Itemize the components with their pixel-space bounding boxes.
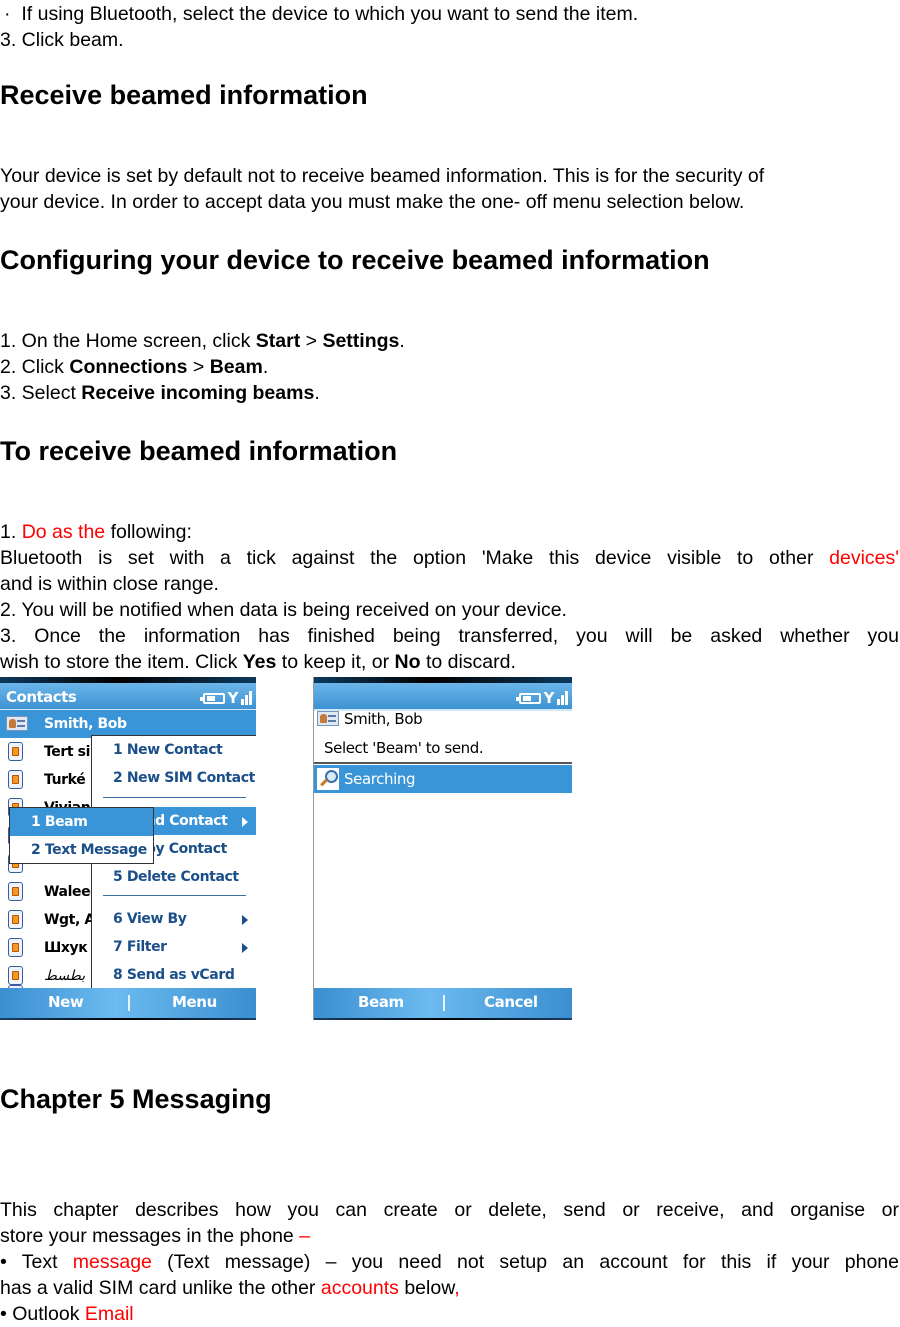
config-step-2: 2. Click Connections > Beam.: [0, 356, 269, 378]
searching-row[interactable]: Searching: [314, 765, 572, 793]
send-submenu: 1 Beam 2 Text Message: [9, 807, 154, 864]
menu-item-new-sim-contact[interactable]: 2 New SIM Contact: [92, 764, 256, 792]
bullet-line: · If using Bluetooth, select the device …: [4, 1, 638, 27]
sim-contact-icon: [8, 742, 23, 761]
battery-icon: [515, 693, 541, 704]
sim-contact-icon: [8, 882, 23, 901]
screen-title-bar: Contacts Y: [0, 683, 256, 711]
menu-item-delete-contact[interactable]: 5 Delete Contact: [92, 863, 256, 891]
receive-step-3-line1: 3. Once the information has finished bei…: [0, 625, 899, 647]
menu-separator: [103, 797, 246, 798]
bullet-outlook-email: • Outlook Email: [0, 1303, 134, 1325]
bullet-text-message-line2: has a valid SIM card unlike the other ac…: [0, 1277, 460, 1299]
softkey-bar: Beam Cancel: [314, 988, 572, 1020]
ui-term-settings: Settings: [322, 330, 400, 352]
battery-icon: [199, 693, 225, 704]
receive-step-2: 2. You will be notified when data is bei…: [0, 599, 567, 621]
menu-item-filter[interactable]: 7 Filter: [92, 933, 256, 961]
signal-bars-icon: [241, 691, 252, 705]
sim-contact-icon: [8, 770, 23, 789]
softkey-beam[interactable]: Beam: [358, 988, 404, 1016]
submenu-arrow-icon: [242, 915, 248, 925]
context-menu: 1 New Contact 2 New SIM Contact 3 Send C…: [91, 735, 256, 993]
ui-term-receive-incoming: Receive incoming beams: [81, 382, 315, 404]
receive-step-1: 1. Do as the following:: [0, 521, 192, 543]
menu-item-new-contact[interactable]: 1 New Contact: [92, 736, 256, 764]
config-step-1: 1. On the Home screen, click Start > Set…: [0, 330, 405, 352]
softkey-divider: [443, 995, 445, 1011]
submenu-item-text-message[interactable]: 2 Text Message: [10, 836, 153, 864]
menu-item-send-as-vcard[interactable]: 8 Send as vCard: [92, 961, 256, 989]
antenna-icon: Y: [227, 689, 239, 707]
signal-bars-icon: [557, 691, 568, 705]
submenu-arrow-icon: [242, 943, 248, 953]
menu-item-view-by[interactable]: 6 View By: [92, 905, 256, 933]
softkey-divider: [128, 995, 130, 1011]
receive-paragraph-line2: your device. In order to accept data you…: [0, 191, 745, 213]
beam-instruction: Select 'Beam' to send.: [314, 734, 572, 764]
screen-title: Contacts: [6, 688, 77, 706]
bullet-text: If using Bluetooth, select the device to…: [21, 3, 639, 25]
ui-term-start: Start: [255, 330, 301, 352]
phone-screenshot-beam: Y Smith, Bob Select 'Beam' to send. Sear…: [313, 677, 572, 1020]
softkey-new[interactable]: New: [48, 988, 84, 1016]
bluetooth-line1: Bluetooth is set with a tick against the…: [0, 547, 899, 569]
submenu-arrow-icon: [242, 817, 248, 827]
contact-row-selected[interactable]: Smith, Bob: [0, 710, 256, 738]
softkey-bar: New Menu: [0, 988, 256, 1020]
ui-term-beam: Beam: [209, 356, 263, 378]
menu-separator: [103, 895, 246, 896]
search-icon: [317, 768, 339, 790]
softkey-cancel[interactable]: Cancel: [484, 988, 538, 1016]
heading-to-receive: To receive beamed information: [0, 436, 398, 466]
config-step-3: 3. Select Receive incoming beams.: [0, 382, 320, 404]
contact-card-icon: [6, 716, 28, 731]
submenu-item-beam[interactable]: 1 Beam: [10, 808, 153, 836]
bluetooth-line2: and is within close range.: [0, 573, 219, 595]
chapter-para-line2: store your messages in the phone –: [0, 1225, 311, 1247]
ui-term-no: No: [394, 651, 421, 673]
contact-card-icon: [317, 711, 339, 726]
chapter-para-line1: This chapter describes how you can creat…: [0, 1199, 899, 1221]
status-icons: Y: [199, 687, 252, 707]
ui-term-connections: Connections: [69, 356, 188, 378]
receive-paragraph-line1: Your device is set by default not to rec…: [0, 165, 765, 187]
chapter-heading: Chapter 5 Messaging: [0, 1084, 272, 1114]
status-icons: Y: [515, 687, 568, 707]
softkey-menu[interactable]: Menu: [172, 988, 217, 1016]
heading-configuring: Configuring your device to receive beame…: [0, 245, 710, 275]
heading-receive-beamed: Receive beamed information: [0, 80, 368, 110]
sim-contact-icon: [8, 938, 23, 957]
receive-step-3-line2: wish to store the item. Click Yes to kee…: [0, 651, 516, 673]
phone-screenshot-contacts: Contacts Y Smith, Bob Tert sir Turké Viv…: [0, 677, 256, 1020]
sim-contact-icon: [8, 910, 23, 929]
beam-contact-row: Smith, Bob: [314, 705, 572, 733]
bullet-text-message: • Text message (Text message) – you need…: [0, 1251, 899, 1273]
ui-term-yes: Yes: [242, 651, 277, 673]
bullet-symbol: ·: [4, 3, 11, 25]
step-click-beam: 3. Click beam.: [0, 29, 124, 51]
